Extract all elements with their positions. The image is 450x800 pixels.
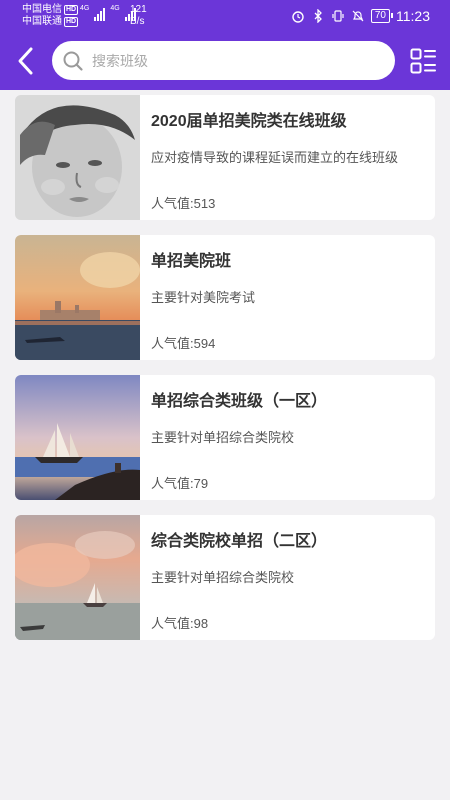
class-description: 主要针对美院考试 bbox=[151, 290, 256, 305]
status-icons: 70 11:23 bbox=[291, 8, 430, 24]
class-thumbnail bbox=[15, 235, 140, 360]
carrier-info: 中国电信 HD 中国联通 HD bbox=[22, 4, 79, 28]
class-card[interactable]: 单招综合类班级（一区） 主要针对单招综合类院校 人气值:79 bbox=[15, 375, 435, 500]
class-thumbnail bbox=[15, 515, 140, 640]
network-type-1: 4G bbox=[80, 5, 90, 12]
signal-indicators: 4G 4G bbox=[80, 5, 136, 21]
carrier-1-label: 中国电信 bbox=[22, 4, 62, 15]
class-description: 主要针对单招综合类院校 bbox=[151, 430, 295, 445]
class-card[interactable]: 单招美院班 主要针对美院考试 人气值:594 bbox=[15, 235, 435, 360]
carrier-2-label: 中国联通 bbox=[22, 16, 62, 27]
class-card[interactable]: 2020届单招美院类在线班级 应对疫情导致的课程延误而建立的在线班级 人气值:5… bbox=[15, 95, 435, 220]
grid-list-icon bbox=[410, 48, 436, 74]
class-thumbnail bbox=[15, 95, 140, 220]
battery-icon: 70 bbox=[370, 9, 394, 23]
class-title: 2020届单招美院类在线班级 bbox=[151, 113, 347, 130]
class-thumbnail bbox=[15, 375, 140, 500]
hd-badge: HD bbox=[64, 17, 79, 27]
hd-badge: HD bbox=[64, 5, 79, 15]
class-description: 主要针对单招综合类院校 bbox=[151, 570, 295, 585]
search-icon bbox=[63, 51, 83, 71]
class-popularity: 人气值:513 bbox=[151, 196, 216, 211]
class-title: 综合类院校单招（二区） bbox=[151, 533, 328, 550]
class-list: 2020届单招美院类在线班级 应对疫情导致的课程延误而建立的在线班级 人气值:5… bbox=[15, 95, 435, 655]
class-description: 应对疫情导致的课程延误而建立的在线班级 bbox=[151, 150, 399, 165]
class-popularity: 人气值:594 bbox=[151, 336, 216, 351]
back-button[interactable] bbox=[12, 44, 40, 78]
network-speed: 121 B/s bbox=[130, 4, 147, 28]
clock-time: 11:23 bbox=[396, 8, 430, 24]
class-popularity: 人气值:98 bbox=[151, 616, 209, 631]
vibrate-icon bbox=[331, 9, 345, 23]
mute-icon bbox=[351, 9, 365, 23]
class-popularity: 人气值:79 bbox=[151, 476, 209, 491]
header-bar: 中国电信 HD 中国联通 HD 4G 4G 121 B/s 70 11:23 搜… bbox=[0, 0, 450, 90]
class-title: 单招美院班 bbox=[151, 253, 232, 270]
bluetooth-icon bbox=[311, 8, 325, 24]
class-title: 单招综合类班级（一区） bbox=[151, 393, 328, 410]
search-bar[interactable] bbox=[52, 41, 395, 80]
status-bar: 中国电信 HD 中国联通 HD 4G 4G 121 B/s 70 11:23 bbox=[0, 0, 450, 34]
speed-value: 121 bbox=[130, 4, 147, 15]
network-type-2: 4G bbox=[110, 5, 120, 12]
chevron-left-icon bbox=[18, 47, 33, 75]
signal-icon bbox=[94, 7, 106, 21]
class-card[interactable]: 综合类院校单招（二区） 主要针对单招综合类院校 人气值:98 bbox=[15, 515, 435, 640]
search-input[interactable] bbox=[92, 45, 372, 76]
alarm-icon bbox=[291, 9, 305, 23]
speed-unit: B/s bbox=[130, 16, 145, 27]
menu-button[interactable] bbox=[410, 48, 436, 74]
